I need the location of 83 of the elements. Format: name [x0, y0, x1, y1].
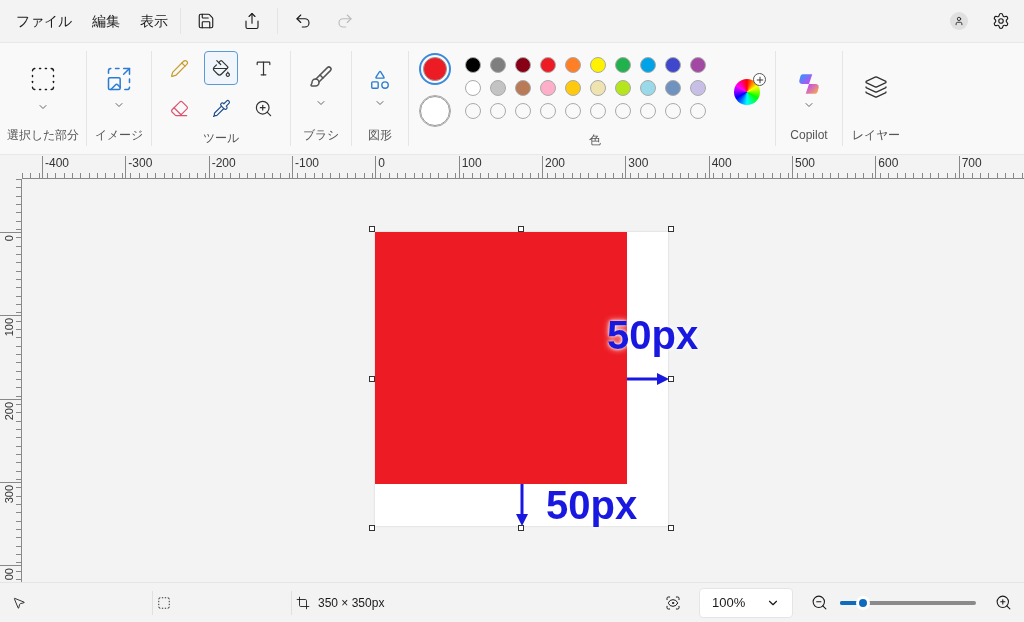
- paint-bucket-icon[interactable]: [204, 51, 238, 85]
- ruler-label: 300: [2, 485, 16, 504]
- color-swatch[interactable]: [490, 57, 506, 73]
- copilot-icon[interactable]: [796, 71, 822, 97]
- ruler-label: 00: [2, 568, 16, 581]
- ruler-label: 200: [541, 156, 565, 178]
- color-swatch[interactable]: [640, 80, 656, 96]
- annotation-label: 50px: [546, 485, 638, 525]
- color-swatch[interactable]: [640, 57, 656, 73]
- shapes-icon[interactable]: [369, 69, 391, 91]
- arrow-icon: [627, 373, 669, 385]
- account-icon[interactable]: [950, 12, 968, 30]
- color-wheel-icon[interactable]: [734, 73, 766, 105]
- ruler-label: -100: [292, 156, 319, 178]
- resize-handle[interactable]: [668, 376, 674, 382]
- ruler-label: 700: [958, 156, 982, 178]
- canvas-size-text: 350 × 350px: [318, 594, 385, 612]
- image-icon[interactable]: [105, 65, 133, 93]
- active-color[interactable]: [419, 53, 451, 85]
- resize-handle[interactable]: [518, 226, 524, 232]
- color-swatch[interactable]: [665, 80, 681, 96]
- group-label: レイヤー: [852, 128, 900, 142]
- color-swatch[interactable]: [490, 80, 506, 96]
- save-icon[interactable]: [197, 12, 215, 30]
- ruler-label: 300: [625, 156, 649, 178]
- ruler-label: 0: [2, 235, 16, 242]
- resize-handle[interactable]: [369, 376, 375, 382]
- menu-item[interactable]: 編集: [84, 5, 128, 37]
- color-swatch[interactable]: [590, 57, 606, 73]
- zoom-dropdown[interactable]: 100%: [699, 587, 793, 618]
- ruler-label: -400: [42, 156, 70, 178]
- active-color[interactable]: [419, 95, 451, 127]
- color-swatch[interactable]: [615, 80, 631, 96]
- resize-handle[interactable]: [369, 226, 375, 232]
- share-icon[interactable]: [243, 12, 261, 30]
- ruler-label: 600: [875, 156, 899, 178]
- selection-icon[interactable]: [29, 65, 57, 93]
- color-swatch[interactable]: [665, 57, 681, 73]
- ruler-label: -200: [208, 156, 236, 178]
- group-label: 選択した部分: [7, 128, 79, 142]
- zoom-in-icon[interactable]: [995, 594, 1012, 611]
- color-swatch[interactable]: [565, 80, 581, 96]
- menu-item[interactable]: ファイル: [8, 5, 80, 37]
- ruler-label: 500: [791, 156, 815, 178]
- settings-icon[interactable]: [992, 12, 1010, 30]
- color-swatch[interactable]: [690, 80, 706, 96]
- group-label: イメージ: [95, 128, 143, 142]
- color-swatch[interactable]: [565, 57, 581, 73]
- color-swatch[interactable]: [615, 57, 631, 73]
- brush-icon[interactable]: [309, 65, 333, 89]
- ruler-label: 400: [708, 156, 732, 178]
- group-label: ツール: [203, 131, 239, 145]
- color-swatch[interactable]: [590, 80, 606, 96]
- color-swatch[interactable]: [690, 57, 706, 73]
- menu-item[interactable]: 表示: [132, 5, 176, 37]
- ruler-label: -300: [125, 156, 153, 178]
- group-label: 図形: [368, 128, 392, 142]
- resize-handle[interactable]: [518, 525, 524, 531]
- resize-handle[interactable]: [668, 226, 674, 232]
- color-swatch[interactable]: [540, 57, 556, 73]
- ruler-label: 200: [2, 401, 16, 420]
- arrow-icon: [516, 484, 528, 526]
- resize-handle[interactable]: [369, 525, 375, 531]
- fit-to-window-icon[interactable]: [665, 594, 681, 611]
- undo-icon[interactable]: [294, 12, 312, 30]
- slider-thumb[interactable]: [856, 595, 871, 610]
- ruler-label: 100: [458, 156, 482, 178]
- color-swatch[interactable]: [465, 57, 481, 73]
- zoom-out-icon[interactable]: [811, 594, 828, 611]
- color-swatch[interactable]: [540, 80, 556, 96]
- canvas-size-icon: [296, 595, 310, 610]
- ruler-label: 100: [2, 318, 16, 337]
- group-label: 色: [589, 133, 601, 147]
- resize-handle[interactable]: [668, 525, 674, 531]
- layers-icon[interactable]: [864, 75, 888, 99]
- color-swatch[interactable]: [515, 57, 531, 73]
- color-swatch[interactable]: [465, 80, 481, 96]
- ruler-label: 0: [375, 156, 385, 178]
- pointer-icon: [12, 595, 26, 610]
- group-label: ブラシ: [303, 128, 339, 142]
- selection-size-icon: [157, 595, 171, 610]
- color-swatch[interactable]: [515, 80, 531, 96]
- group-label: Copilot: [790, 128, 828, 142]
